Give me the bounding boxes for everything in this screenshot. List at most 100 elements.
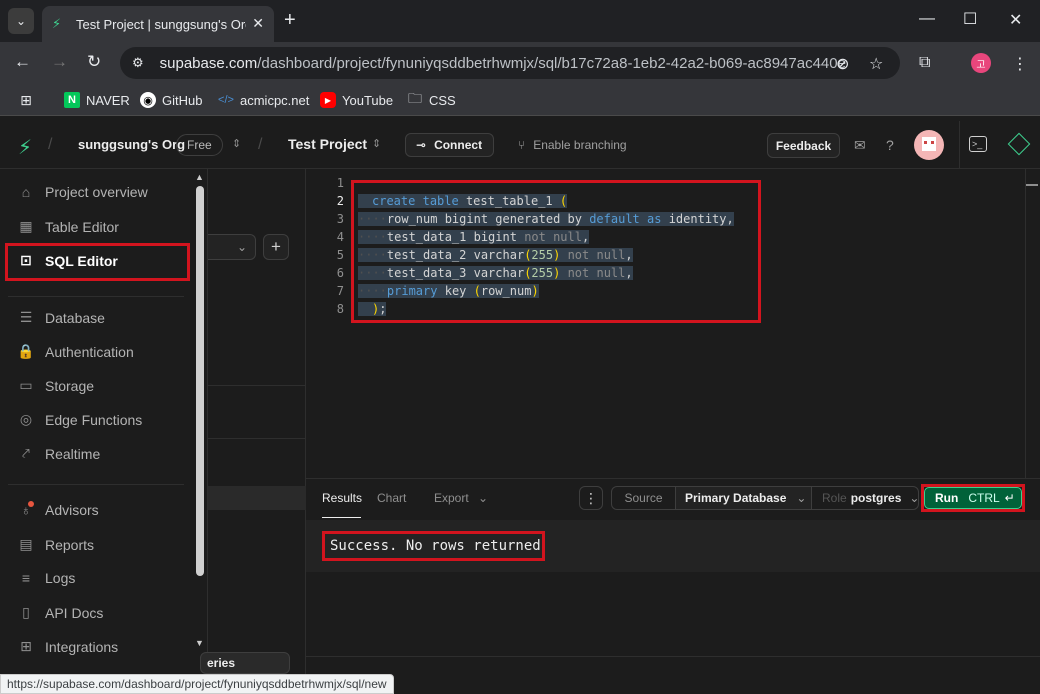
- folder-icon: 🗀: [408, 90, 422, 106]
- back-button[interactable]: ←: [14, 52, 31, 72]
- apps-icon[interactable]: ⊞: [18, 92, 40, 108]
- eye-off-icon[interactable]: ⊘: [836, 54, 849, 74]
- url-host: supabase.com: [159, 54, 258, 72]
- close-window-button[interactable]: ✕: [1009, 10, 1022, 30]
- bookmark-youtube[interactable]: ▶ YouTube: [320, 92, 393, 108]
- user-avatar[interactable]: [914, 130, 944, 160]
- menu-dots-icon[interactable]: ⋮: [1012, 54, 1028, 74]
- branch-icon: ⑂: [518, 138, 526, 152]
- youtube-icon: ▶: [320, 92, 336, 108]
- profile-avatar[interactable]: 고: [971, 53, 991, 73]
- export-button[interactable]: Export ⌄: [434, 491, 488, 505]
- terminal-icon[interactable]: >_: [969, 136, 987, 152]
- scrollbar-thumb[interactable]: [196, 186, 204, 576]
- line-number: 2: [336, 194, 344, 208]
- org-switcher-icon[interactable]: ⇕: [232, 137, 241, 150]
- tab-chart[interactable]: Chart: [377, 491, 406, 505]
- minimize-button[interactable]: —: [919, 10, 935, 28]
- new-tab-button[interactable]: +: [284, 9, 296, 32]
- editor-overview-marker: [1026, 184, 1038, 186]
- sidebar-item-database[interactable]: ☰ Database: [17, 309, 105, 326]
- sidebar-item-project-overview[interactable]: ⌂ Project overview: [17, 184, 148, 200]
- maximize-button[interactable]: ☐: [963, 9, 977, 29]
- bookmark-naver[interactable]: N NAVER: [64, 92, 130, 108]
- tab-title: Test Project | sunggsung's Org: [76, 16, 246, 32]
- line-number: 3: [336, 212, 344, 226]
- reload-button[interactable]: ↻: [87, 52, 101, 72]
- role-value: postgres: [850, 491, 902, 505]
- breadcrumb-separator: /: [258, 136, 263, 153]
- sidebar-item-logs[interactable]: ≡ Logs: [17, 570, 75, 586]
- source-selector: Source Primary Database ⌄ Role postgres ⌄: [611, 486, 919, 510]
- sidebar-divider: [8, 296, 184, 297]
- supabase-logo-icon[interactable]: ⚡: [18, 135, 32, 160]
- sidebar-item-storage[interactable]: ▭ Storage: [17, 377, 94, 394]
- browser-tab[interactable]: ⚡ Test Project | sunggsung's Org ✕: [42, 6, 274, 42]
- queries-button[interactable]: eries: [200, 652, 290, 674]
- source-label: Source: [612, 487, 676, 509]
- close-tab-icon[interactable]: ✕: [252, 15, 264, 32]
- plug-icon: ⊸: [416, 138, 427, 152]
- sidebar-item-advisors[interactable]: ♁ Advisors: [17, 501, 99, 518]
- scroll-up-icon[interactable]: ▲: [195, 172, 204, 182]
- line-number: 7: [336, 284, 344, 298]
- line-numbers: 1 2 3 4 5 6 7 8: [330, 174, 344, 318]
- line-number: 8: [336, 302, 344, 316]
- bookmark-acmicpc[interactable]: </> acmicpc.net: [218, 92, 309, 108]
- selected-snippet-row[interactable]: [208, 486, 306, 510]
- line-number: 6: [336, 266, 344, 280]
- help-icon[interactable]: ?: [886, 137, 894, 153]
- project-name[interactable]: Test Project: [288, 136, 367, 152]
- panel-divider: [208, 385, 306, 386]
- line-number: 4: [336, 230, 344, 244]
- database-select[interactable]: Primary Database ⌄: [676, 487, 812, 509]
- enable-branching-button[interactable]: ⑂ Enable branching: [518, 138, 627, 152]
- more-options-icon[interactable]: ⋮: [579, 486, 603, 510]
- breadcrumb-separator: /: [48, 136, 53, 153]
- sidebar-item-table-editor[interactable]: ▦ Table Editor: [17, 218, 119, 235]
- tab-search-button[interactable]: ⌄: [8, 8, 34, 34]
- sidebar-scrollbar[interactable]: ▲ ▼: [195, 172, 205, 652]
- sidebar-item-authentication[interactable]: 🔒 Authentication: [17, 343, 133, 360]
- extensions-icon[interactable]: ⧉: [919, 54, 930, 72]
- connect-button[interactable]: ⊸ Connect: [405, 133, 494, 157]
- star-icon[interactable]: ☆: [869, 54, 883, 74]
- line-number: 5: [336, 248, 344, 262]
- sidebar-item-api-docs[interactable]: ▯ API Docs: [17, 604, 103, 621]
- line-number: 1: [336, 176, 344, 190]
- highlight-box-sql-editor: [5, 243, 190, 281]
- tab-results[interactable]: Results: [322, 491, 362, 505]
- chart-icon: ▤: [19, 536, 33, 552]
- address-bar[interactable]: ⚙ supabase.com/dashboard/project/fynuniy…: [120, 47, 900, 79]
- list-icon: ≡: [21, 570, 31, 586]
- sidebar-item-integrations[interactable]: ⊞ Integrations: [17, 638, 118, 655]
- bookmark-github[interactable]: ◉ GitHub: [140, 92, 202, 108]
- bookmark-css[interactable]: 🗀 CSS: [407, 90, 456, 108]
- feedback-button[interactable]: Feedback: [767, 133, 840, 158]
- sidebar-item-edge-functions[interactable]: ◎ Edge Functions: [17, 411, 142, 428]
- scroll-down-icon[interactable]: ▼: [195, 638, 204, 648]
- doc-icon: ▯: [22, 604, 30, 620]
- sidebar-item-realtime[interactable]: ⤤ Realtime: [17, 445, 100, 462]
- forward-button[interactable]: →: [51, 52, 68, 72]
- snippet-filter-select[interactable]: ⌄: [208, 234, 256, 260]
- org-name[interactable]: sunggsung's Org: [78, 137, 185, 152]
- sidebar-item-reports[interactable]: ▤ Reports: [17, 536, 94, 553]
- site-info-icon[interactable]: ⚙: [132, 55, 144, 71]
- new-snippet-button[interactable]: +: [263, 234, 289, 260]
- supabase-favicon-icon: ⚡: [52, 16, 62, 31]
- inbox-icon[interactable]: ✉: [854, 137, 866, 154]
- puzzle-icon: ⊞: [20, 638, 32, 654]
- url-text: supabase.com/dashboard/project/fynuniyqs…: [160, 55, 846, 72]
- bulb-icon: ♁: [17, 501, 35, 518]
- chevron-down-icon: ⌄: [796, 491, 807, 505]
- edge-icon: ◎: [19, 411, 33, 427]
- url-path: /dashboard/project/fynuniyqsddbetrhwmjx/…: [257, 54, 846, 72]
- lock-icon: 🔒: [17, 343, 35, 359]
- highlight-box-result: [322, 531, 545, 561]
- role-select[interactable]: Role postgres ⌄: [822, 487, 919, 509]
- highlight-box-run: [921, 484, 1025, 512]
- chevron-down-icon: ⌄: [15, 14, 27, 28]
- highlight-box-code: [351, 180, 761, 323]
- project-switcher-icon[interactable]: ⇕: [372, 137, 381, 150]
